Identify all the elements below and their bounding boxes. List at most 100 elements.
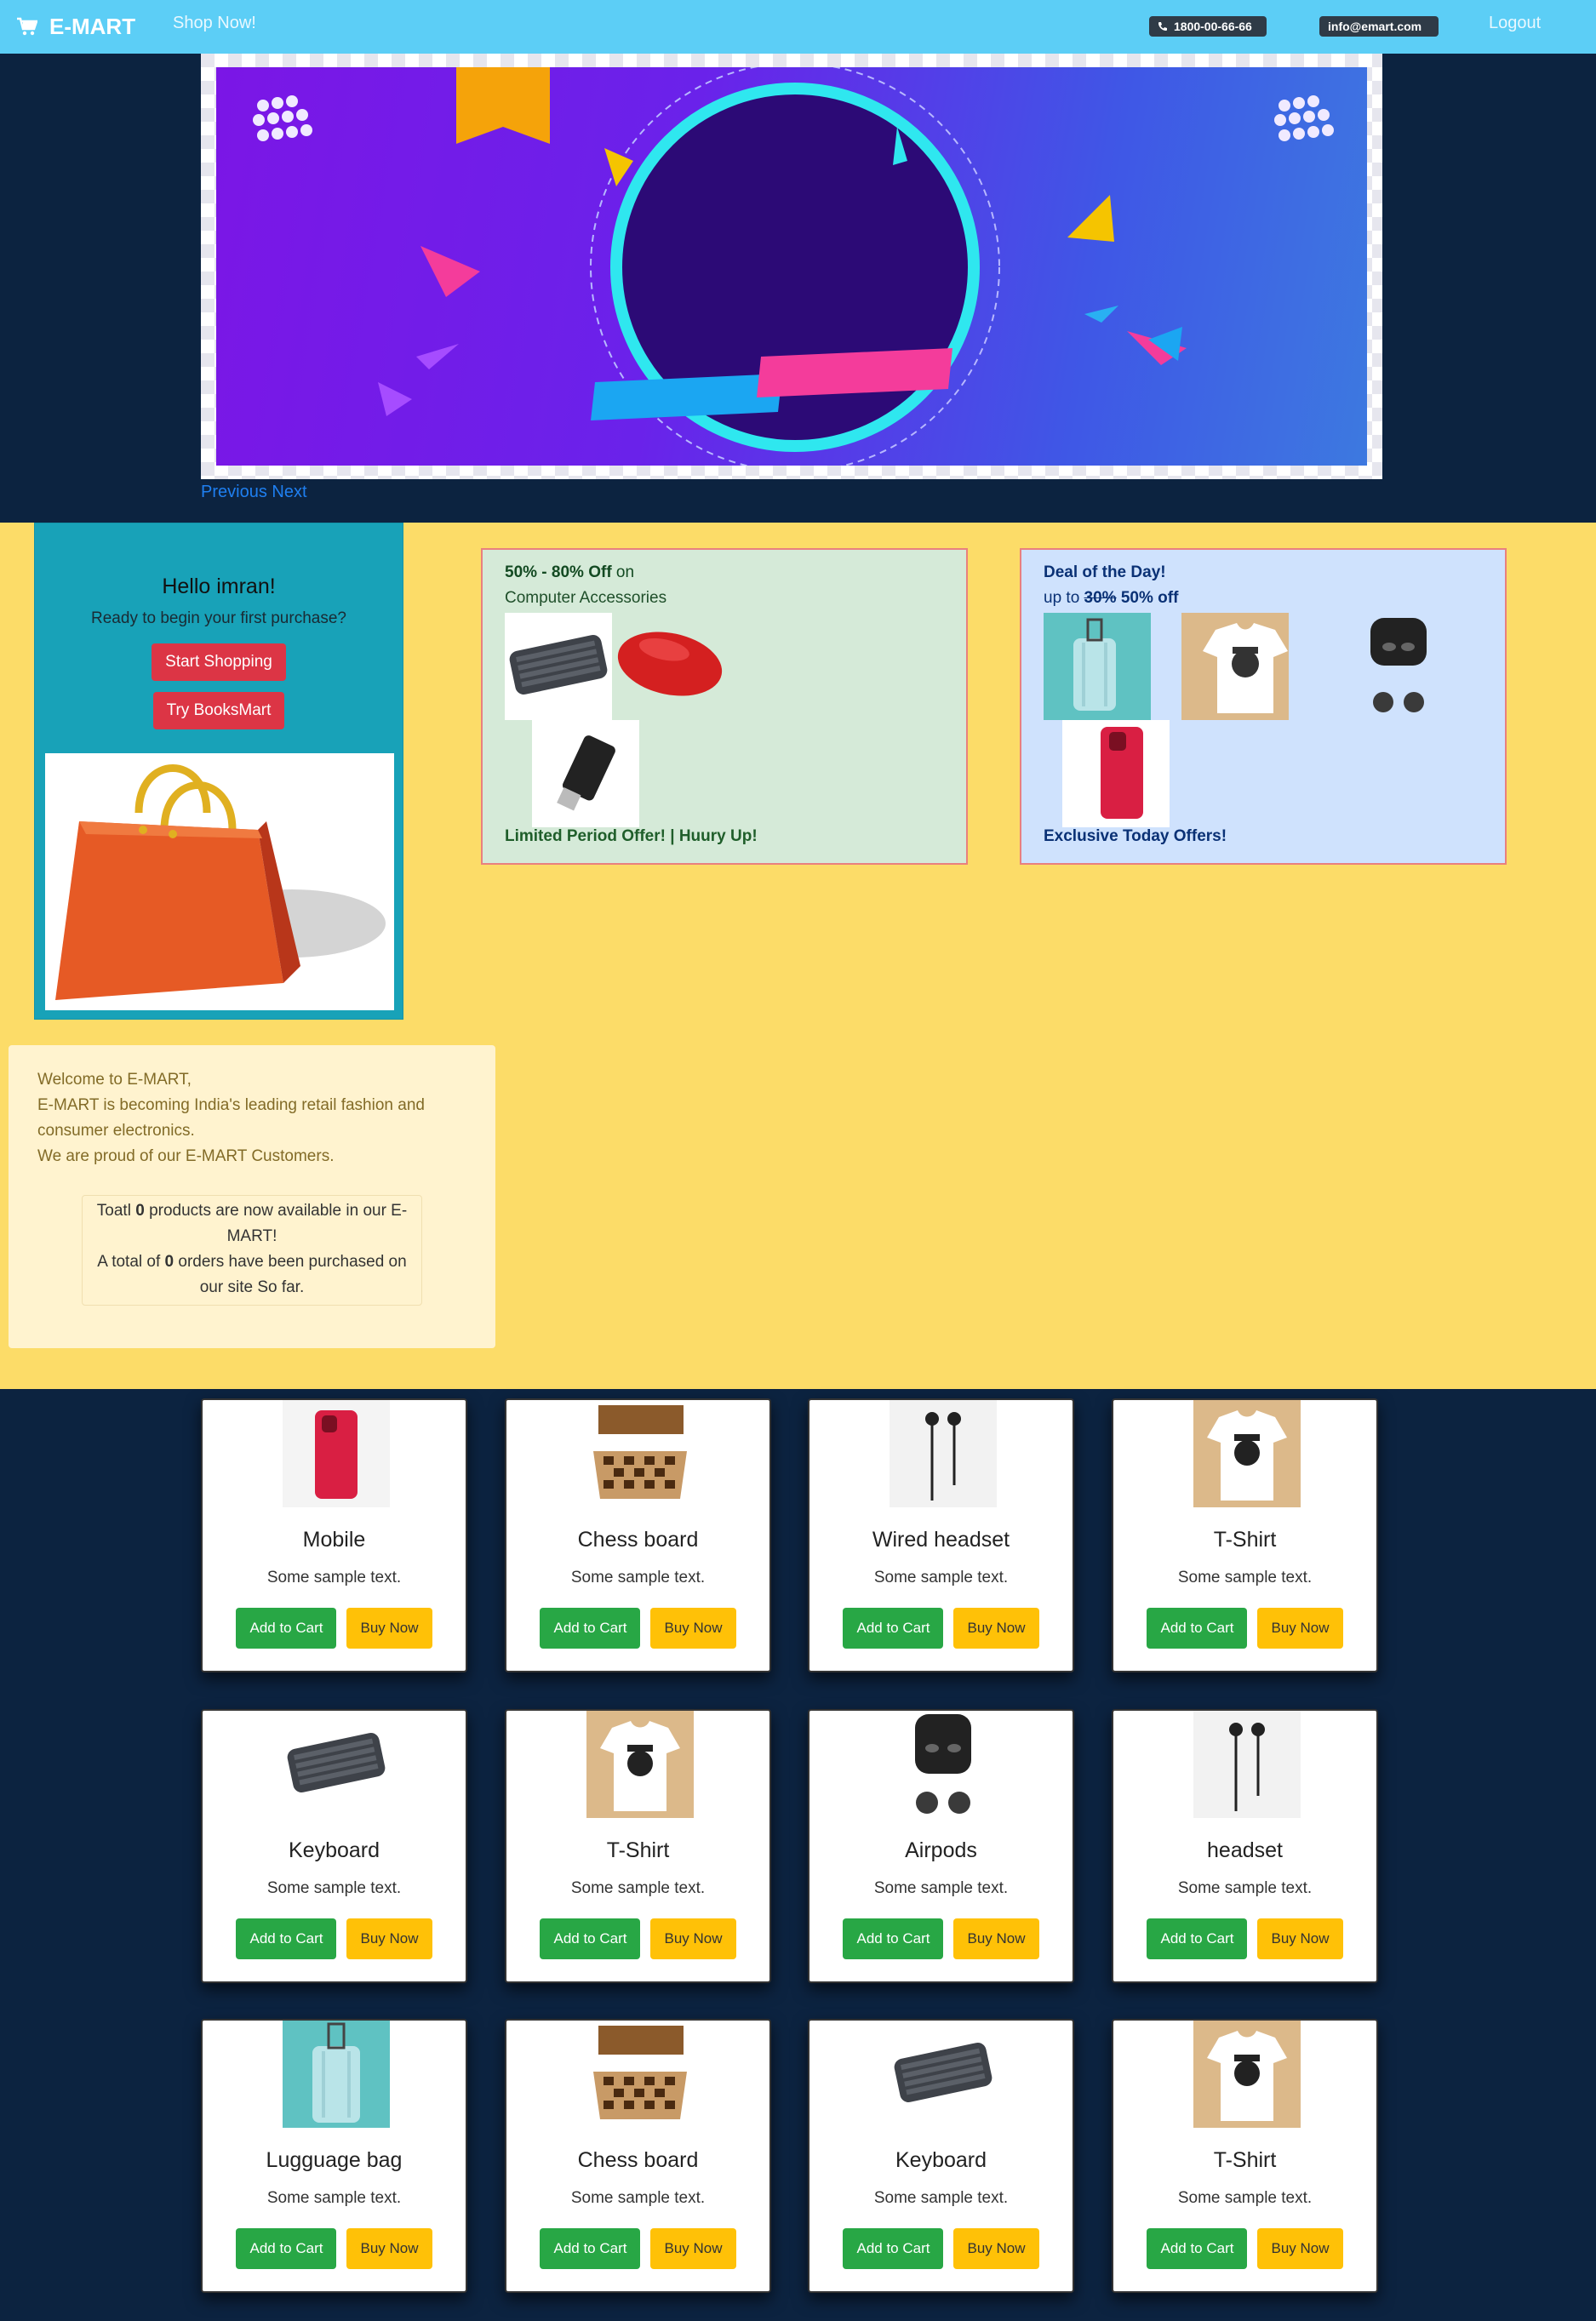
product-card: Mobile Some sample text. Add to Cart Buy… — [201, 1398, 467, 1672]
welcome-box: Welcome to E-MART, E-MART is becoming In… — [9, 1045, 495, 1348]
keyboard-image — [505, 613, 612, 720]
add-to-cart-button[interactable]: Add to Cart — [236, 1608, 337, 1649]
product-image[interactable] — [1193, 2021, 1301, 2128]
product-card: T-Shirt Some sample text. Add to Cart Bu… — [505, 1709, 771, 1983]
buy-now-button[interactable]: Buy Now — [346, 1608, 432, 1649]
deal-up-to: up to — [1044, 589, 1084, 607]
product-image[interactable] — [283, 2021, 390, 2128]
add-to-cart-button[interactable]: Add to Cart — [1147, 2228, 1248, 2269]
buy-now-button[interactable]: Buy Now — [650, 1608, 736, 1649]
product-name: headset — [1207, 1838, 1283, 1862]
hello-subtitle: Ready to begin your first purchase? — [91, 609, 346, 627]
add-to-cart-button[interactable]: Add to Cart — [540, 2228, 641, 2269]
product-card: T-Shirt Some sample text. Add to Cart Bu… — [1112, 2019, 1378, 2293]
deal-of-the-day-card[interactable]: Deal of the Day! up to 30% 50% off Exclu… — [1020, 548, 1507, 865]
buy-now-button[interactable]: Buy Now — [1257, 2228, 1343, 2269]
product-description: Some sample text. — [873, 1569, 1009, 1586]
start-shopping-button[interactable]: Start Shopping — [152, 643, 286, 681]
product-description: Some sample text. — [1177, 2189, 1313, 2207]
product-card: Wired headset Some sample text. Add to C… — [808, 1398, 1074, 1672]
logout-link[interactable]: Logout — [1489, 14, 1541, 33]
buy-now-button[interactable]: Buy Now — [1257, 1918, 1343, 1959]
product-image[interactable] — [890, 2021, 997, 2128]
product-name: Wired headset — [872, 1528, 1010, 1552]
usb-drive-image — [532, 720, 639, 827]
product-card: Lugguage bag Some sample text. Add to Ca… — [201, 2019, 467, 2293]
product-image[interactable] — [586, 2021, 694, 2128]
deal-discount-line: up to 30% 50% off — [1044, 589, 1178, 608]
carousel-banner-image — [216, 67, 1367, 466]
buy-now-button[interactable]: Buy Now — [346, 2228, 432, 2269]
carousel-previous-link[interactable]: Previous — [201, 483, 267, 501]
banner-artwork — [253, 67, 1334, 466]
product-image[interactable] — [283, 1400, 390, 1507]
welcome-line-2: E-MART is becoming India's leading retai… — [37, 1096, 425, 1114]
welcome-line-4: We are proud of our E-MART Customers. — [37, 1147, 335, 1165]
product-image[interactable] — [890, 1400, 997, 1507]
stats-orders-suffix: orders have been purchased on — [174, 1253, 407, 1271]
buy-now-button[interactable]: Buy Now — [953, 1608, 1039, 1649]
product-name: Keyboard — [895, 2148, 987, 2172]
phone-icon — [1158, 22, 1167, 31]
product-image[interactable] — [1193, 1400, 1301, 1507]
add-to-cart-button[interactable]: Add to Cart — [540, 1608, 641, 1649]
product-description: Some sample text. — [570, 1879, 706, 1897]
add-to-cart-button[interactable]: Add to Cart — [1147, 1918, 1248, 1959]
shopping-cart-icon — [17, 17, 37, 36]
product-name: Keyboard — [288, 1838, 380, 1862]
buy-now-button[interactable]: Buy Now — [1257, 1608, 1343, 1649]
product-image[interactable] — [586, 1400, 694, 1507]
deal-footer: Exclusive Today Offers! — [1044, 827, 1227, 845]
add-to-cart-button[interactable]: Add to Cart — [236, 1918, 337, 1959]
buy-now-button[interactable]: Buy Now — [650, 2228, 736, 2269]
accessories-offer-footer: Limited Period Offer! | Huury Up! — [505, 827, 758, 845]
buy-now-button[interactable]: Buy Now — [953, 2228, 1039, 2269]
product-card: Keyboard Some sample text. Add to Cart B… — [201, 1709, 467, 1983]
product-description: Some sample text. — [873, 1879, 1009, 1897]
nav-shop-now-link[interactable]: Shop Now! — [173, 14, 256, 33]
carousel-next-link[interactable]: Next — [272, 483, 306, 501]
stats-products-suffix: products are now available in our E- — [144, 1202, 408, 1220]
stats-products-end: MART! — [226, 1227, 277, 1245]
product-image[interactable] — [890, 1711, 997, 1818]
product-description: Some sample text. — [570, 1569, 706, 1586]
shopping-bag-image — [45, 753, 394, 1010]
product-name: Chess board — [577, 2148, 699, 2172]
email-address: info@emart.com — [1328, 20, 1422, 33]
accessories-offer-card[interactable]: 50% - 80% Off on Computer Accessories Li… — [481, 548, 968, 865]
accessories-category: Computer Accessories — [505, 589, 667, 607]
buy-now-button[interactable]: Buy Now — [953, 1918, 1039, 1959]
add-to-cart-button[interactable]: Add to Cart — [843, 1918, 944, 1959]
hello-title: Hello imran! — [162, 575, 276, 598]
site-stats-box: Toatl 0 products are now available in ou… — [82, 1195, 422, 1306]
stats-orders-prefix: A total of — [97, 1253, 165, 1271]
email-badge[interactable]: info@emart.com — [1319, 16, 1439, 37]
product-description: Some sample text. — [266, 1879, 402, 1897]
phone-number: 1800-00-66-66 — [1174, 20, 1252, 33]
brand-link[interactable]: E-MART — [17, 12, 135, 41]
product-name: T-Shirt — [1213, 2148, 1277, 2172]
deal-new-discount: 50% off — [1116, 589, 1179, 607]
accessories-offer-heading: 50% - 80% Off on — [505, 563, 634, 582]
phone-badge[interactable]: 1800-00-66-66 — [1149, 16, 1267, 37]
product-description: Some sample text. — [1177, 1879, 1313, 1897]
mobile-phone-image — [1062, 720, 1170, 827]
carousel-controls: Previous Next — [201, 483, 307, 502]
welcome-line-1: Welcome to E-MART, — [37, 1071, 192, 1089]
buy-now-button[interactable]: Buy Now — [650, 1918, 736, 1959]
add-to-cart-button[interactable]: Add to Cart — [843, 1608, 944, 1649]
add-to-cart-button[interactable]: Add to Cart — [236, 2228, 337, 2269]
try-booksmart-button[interactable]: Try BooksMart — [152, 692, 285, 729]
product-image[interactable] — [283, 1711, 390, 1818]
buy-now-button[interactable]: Buy Now — [346, 1918, 432, 1959]
add-to-cart-button[interactable]: Add to Cart — [1147, 1608, 1248, 1649]
product-card: Keyboard Some sample text. Add to Cart B… — [808, 2019, 1074, 2293]
product-image[interactable] — [586, 1711, 694, 1818]
add-to-cart-button[interactable]: Add to Cart — [843, 2228, 944, 2269]
accessories-discount: 50% - 80% Off — [505, 563, 612, 581]
add-to-cart-button[interactable]: Add to Cart — [540, 1918, 641, 1959]
product-name: Mobile — [302, 1528, 366, 1552]
promo-section: Hello imran! Ready to begin your first p… — [0, 523, 1596, 1389]
product-image[interactable] — [1193, 1711, 1301, 1818]
product-description: Some sample text. — [873, 2189, 1009, 2207]
